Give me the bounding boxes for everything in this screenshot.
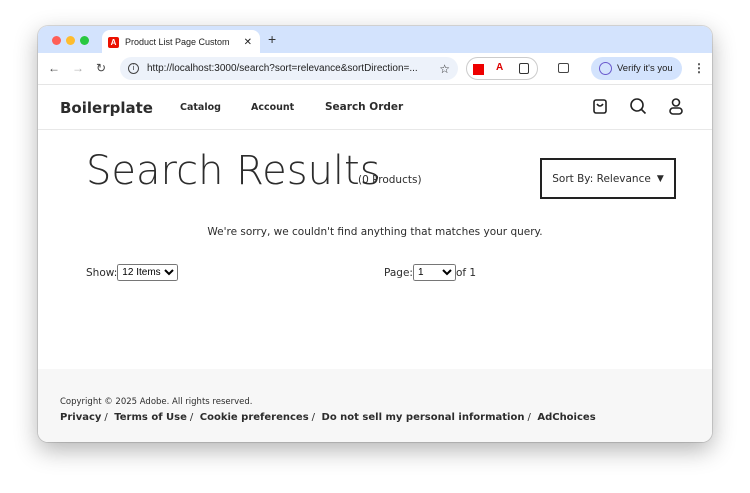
separator: /: [189, 412, 194, 423]
cart-icon[interactable]: [591, 97, 609, 115]
items-per-page-select[interactable]: 12 Items: [117, 264, 179, 281]
tab-search-icon[interactable]: [558, 63, 569, 73]
new-tab-button[interactable]: +: [268, 31, 276, 47]
close-window-button[interactable]: [52, 36, 61, 45]
separator: /: [311, 412, 316, 423]
tab-bar: A Product List Page Custom ✕ +: [38, 26, 712, 54]
caret-down-icon: ▼: [656, 173, 664, 184]
sort-label: Sort By: Relevance: [552, 172, 651, 185]
separator: /: [104, 412, 108, 423]
no-results-message: We're sorry, we couldn't find anything t…: [207, 226, 543, 238]
back-icon[interactable]: ←: [48, 61, 60, 75]
extension-adobe-icon[interactable]: A: [496, 62, 503, 73]
footer-link-adchoices[interactable]: AdChoices: [537, 412, 595, 423]
verify-label: Verify it's you: [617, 63, 673, 74]
pagination: Page: 1 of 1: [384, 264, 476, 281]
footer-link-cookies[interactable]: Cookie preferences: [200, 412, 309, 423]
forward-icon[interactable]: →: [72, 61, 84, 75]
nav-account[interactable]: Account: [251, 102, 294, 113]
page-title: Search Results: [86, 148, 381, 194]
footer-link-terms[interactable]: Terms of Use: [114, 412, 187, 423]
browser-tab[interactable]: A Product List Page Custom ✕: [102, 30, 260, 54]
verify-profile-button[interactable]: Verify it's you: [591, 57, 682, 80]
site-footer: Copyright © 2025 Adobe. All rights reser…: [38, 369, 712, 442]
user-icon[interactable]: [667, 97, 685, 115]
menu-kebab-icon[interactable]: ⋮: [693, 61, 705, 75]
page-select[interactable]: 1: [412, 264, 456, 281]
extension-red-icon[interactable]: [473, 64, 484, 75]
adobe-favicon-icon: A: [108, 36, 119, 48]
profile-icon: [599, 62, 612, 75]
tab-title: Product List Page Custom: [125, 37, 230, 47]
browser-toolbar: ← → ↻ i http://localhost:3000/search?sor…: [38, 53, 712, 85]
minimize-window-button[interactable]: [66, 36, 75, 45]
show-control: Show: 12 Items: [86, 264, 179, 281]
copyright: Copyright © 2025 Adobe. All rights reser…: [60, 397, 253, 407]
separator: /: [527, 412, 531, 423]
show-label: Show:: [86, 266, 118, 279]
search-results-section: Search Results (0 Products) Sort By: Rel…: [38, 130, 712, 370]
url-text: http://localhost:3000/search?sort=releva…: [147, 63, 418, 74]
footer-link-privacy[interactable]: Privacy: [60, 412, 101, 423]
reload-icon[interactable]: ↻: [96, 61, 106, 75]
site-info-icon[interactable]: i: [128, 63, 139, 74]
footer-links: Privacy / Terms of Use / Cookie preference…: [60, 412, 712, 423]
site-logo[interactable]: Boilerplate: [60, 99, 153, 117]
page-total: of 1: [455, 266, 477, 279]
footer-link-do-not-sell[interactable]: Do not sell my personal information: [322, 412, 525, 423]
product-count: (0 Products): [358, 174, 422, 186]
nav-catalog[interactable]: Catalog: [180, 102, 221, 113]
bookmark-star-icon[interactable]: ☆: [439, 62, 450, 76]
extensions-puzzle-icon[interactable]: [519, 63, 529, 74]
extensions-area: A: [466, 57, 538, 80]
page-label: Page:: [384, 266, 413, 279]
search-icon[interactable]: [629, 97, 647, 115]
address-bar[interactable]: i http://localhost:3000/search?sort=rele…: [120, 57, 458, 80]
maximize-window-button[interactable]: [80, 36, 89, 45]
browser-window: A Product List Page Custom ✕ + ← → ↻ i h…: [38, 26, 712, 442]
site-header: Boilerplate Catalog Account Search Order: [38, 85, 712, 130]
close-tab-icon[interactable]: ✕: [244, 37, 252, 48]
nav-search-order[interactable]: Search Order: [325, 101, 403, 113]
sort-dropdown[interactable]: Sort By: Relevance ▼: [540, 158, 676, 199]
